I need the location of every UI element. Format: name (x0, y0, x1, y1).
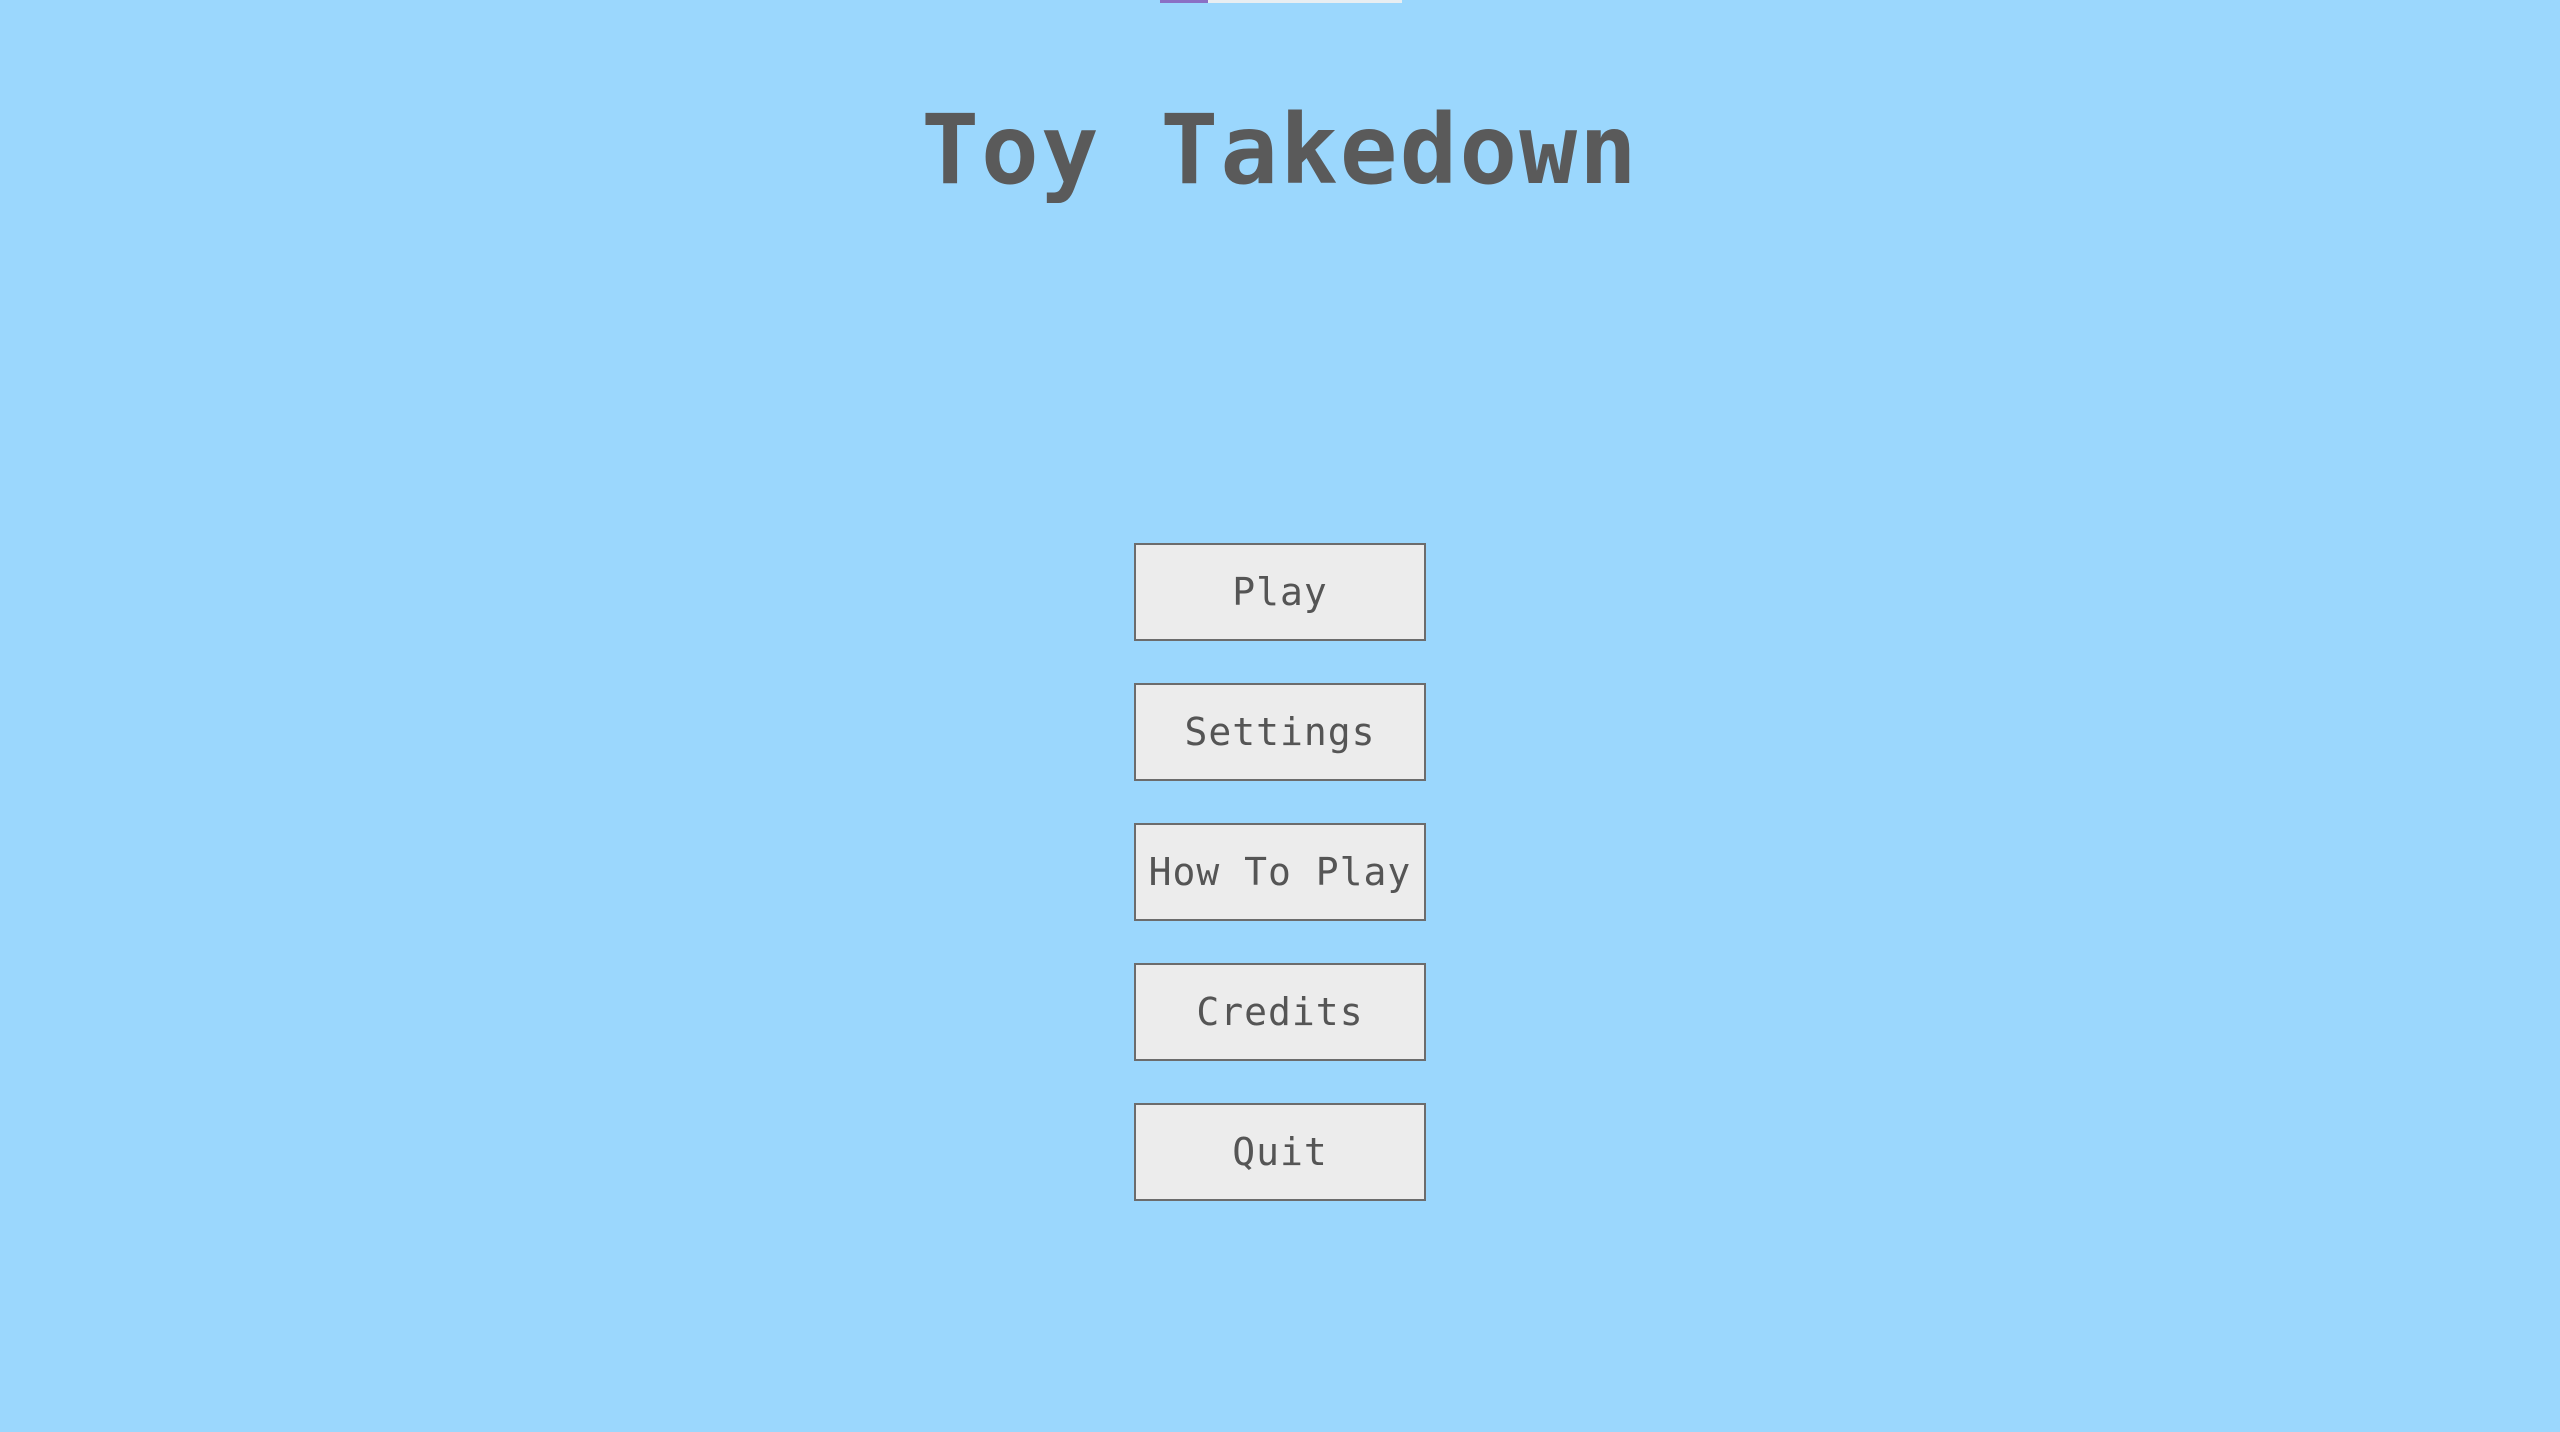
credits-button[interactable]: Credits (1134, 963, 1426, 1061)
quit-button[interactable]: Quit (1134, 1103, 1426, 1201)
settings-button[interactable]: Settings (1134, 683, 1426, 781)
play-button[interactable]: Play (1134, 543, 1426, 641)
game-title: Toy Takedown (921, 94, 1639, 206)
how-to-play-button[interactable]: How To Play (1134, 823, 1426, 921)
main-menu: Play Settings How To Play Credits Quit (1134, 543, 1426, 1201)
top-strip-accent (1160, 0, 1208, 3)
